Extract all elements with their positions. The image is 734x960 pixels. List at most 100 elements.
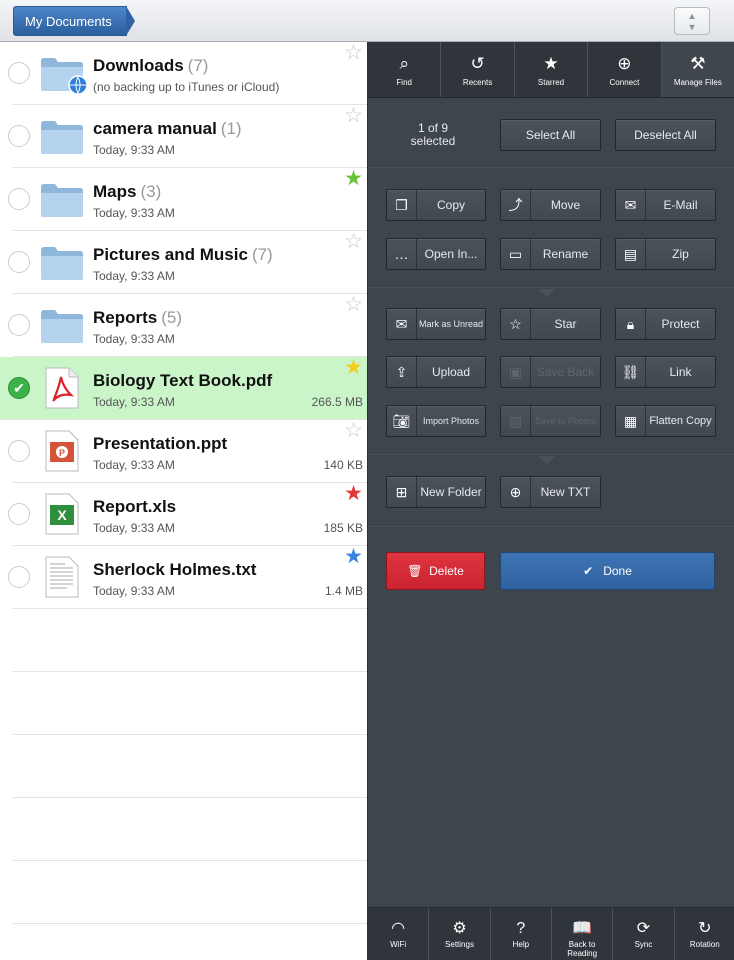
email-label: E-Mail — [663, 198, 698, 212]
selection-info: 1 of 9 selected — [388, 122, 478, 148]
file-row[interactable]: Sherlock Holmes.txt Today, 9:33 AM 1.4 MB ★ — [8, 546, 367, 609]
file-row[interactable]: Reports (5) Today, 9:33 AM ☆ — [8, 294, 367, 357]
file-name: Report.xls — [93, 497, 176, 517]
tab-connect[interactable]: ⊕ Connect — [588, 42, 662, 97]
link-button[interactable]: ⛓ Link — [615, 356, 716, 388]
file-subtitle: Today, 9:33 AM — [93, 584, 175, 598]
empty-row — [13, 672, 367, 735]
file-name-text: Report.xls — [93, 497, 177, 516]
save-to-photos-button[interactable]: ▧ Save to Photos — [500, 405, 601, 437]
recents-icon: ↺ — [470, 54, 485, 73]
protect-button[interactable]: 🔒︎ Protect — [615, 308, 716, 340]
star-filled-icon[interactable]: ★ — [344, 546, 363, 568]
sort-button[interactable]: ▲ ▼ — [674, 7, 710, 35]
bottom-rotation[interactable]: ↻ Rotation — [675, 908, 734, 960]
save-icon: ▣ — [501, 357, 531, 387]
star-outline-icon: ☆ — [501, 309, 531, 339]
move-button[interactable]: ⤴ Move — [500, 189, 601, 221]
open-in-button[interactable]: … Open In... — [386, 238, 486, 270]
star-outline-icon[interactable]: ☆ — [344, 231, 363, 253]
select-radio[interactable] — [8, 188, 30, 210]
folder-icon — [40, 119, 84, 160]
bottom-settings[interactable]: ⚙ Settings — [429, 908, 491, 960]
file-subtitle: Today, 9:33 AM — [93, 143, 175, 157]
file-subtitle: (no backing up to iTunes or iCloud) — [93, 80, 280, 94]
select-all-button[interactable]: Select All — [500, 119, 601, 151]
bottom-back-to-reading[interactable]: 📖 Back to Reading — [552, 908, 614, 960]
bottom-label: Help — [512, 940, 530, 949]
pdf-file-icon — [45, 367, 79, 414]
file-row[interactable]: Downloads (7) (no backing up to iTunes or … — [8, 42, 367, 105]
flatten-copy-button[interactable]: ▦ Flatten Copy — [615, 405, 716, 437]
select-radio[interactable] — [8, 566, 30, 588]
tab-manage-files[interactable]: ⚒ Manage Files — [661, 42, 734, 97]
star-outline-icon[interactable]: ☆ — [344, 420, 363, 442]
star-outline-icon[interactable]: ☆ — [344, 105, 363, 127]
ppt-file-icon: P — [45, 430, 79, 477]
divider-notch — [538, 456, 556, 464]
new-txt-button[interactable]: ⊕ New TXT — [500, 476, 601, 508]
star-outline-icon[interactable]: ☆ — [344, 294, 363, 316]
flatten-icon: ▦ — [616, 406, 646, 436]
delete-button[interactable]: 🗑︎ Delete — [386, 552, 485, 590]
file-name: Downloads (7) — [93, 56, 208, 76]
bottom-wifi[interactable]: ◠ WiFi — [368, 908, 430, 960]
done-button[interactable]: ✔ Done — [500, 552, 715, 590]
select-radio[interactable] — [8, 62, 30, 84]
star-button[interactable]: ☆ Star — [500, 308, 601, 340]
file-count: (7) — [187, 56, 209, 75]
deselect-all-button[interactable]: Deselect All — [615, 119, 716, 151]
upload-button[interactable]: ⇪ Upload — [386, 356, 486, 388]
star-outline-icon[interactable]: ☆ — [344, 42, 363, 64]
upload-label: Upload — [431, 365, 471, 379]
file-row[interactable]: camera manual (1) Today, 9:33 AM ☆ — [8, 105, 367, 168]
xls-file-icon: X — [45, 493, 79, 540]
file-name-text: Presentation.ppt — [93, 434, 228, 453]
select-radio[interactable] — [8, 503, 30, 525]
save-back-button[interactable]: ▣ Save Back — [500, 356, 601, 388]
flatten-copy-label: Flatten Copy — [649, 415, 712, 427]
zip-button[interactable]: ▤ Zip — [615, 238, 716, 270]
rename-button[interactable]: ▭ Rename — [500, 238, 601, 270]
top-bar: My Documents ▲ ▼ — [0, 0, 734, 42]
file-row[interactable]: ✔ Biology Text Book.pdf Today, 9:33 AM 266.… — [0, 357, 367, 420]
copy-button[interactable]: ❐ Copy — [386, 189, 486, 221]
file-subtitle: Today, 9:33 AM — [93, 269, 175, 283]
new-folder-button[interactable]: ⊞ New Folder — [386, 476, 486, 508]
select-all-label: Select All — [525, 128, 576, 142]
mark-unread-label: Mark as Unread — [418, 319, 484, 329]
bottom-sync[interactable]: ⟳ Sync — [613, 908, 675, 960]
svg-text:P: P — [59, 448, 65, 458]
star-icon: ★ — [543, 54, 559, 73]
folder-icon — [40, 308, 84, 349]
tab-label: Recents — [462, 78, 493, 87]
file-row[interactable]: P Presentation.ppt Today, 9:33 AM 140 KB ☆ — [8, 420, 367, 483]
file-row[interactable]: Pictures and Music (7) Today, 9:33 AM ☆ — [8, 231, 367, 294]
bottom-help[interactable]: ? Help — [491, 908, 552, 960]
file-subtitle: Today, 9:33 AM — [93, 521, 175, 535]
select-radio[interactable] — [8, 251, 30, 273]
import-photos-button[interactable]: 📷︎ Import Photos — [386, 405, 486, 437]
star-filled-icon[interactable]: ★ — [344, 483, 363, 505]
select-radio[interactable] — [8, 314, 30, 336]
panel-tabs: ⌕ Find ↺ Recents ★ Starred ⊕ Connect ⚒ Manage Fil… — [368, 42, 734, 98]
file-row[interactable]: Maps (3) Today, 9:33 AM ★ — [8, 168, 367, 231]
email-button[interactable]: ✉ E-Mail — [615, 189, 716, 221]
file-name: Sherlock Holmes.txt — [93, 560, 256, 580]
select-radio[interactable] — [8, 125, 30, 147]
bottom-toolbar: ◠ WiFi ⚙ Settings? Help 📖 Back to Reading ⟳ Sync… — [368, 907, 734, 960]
envelope-icon: ✉ — [616, 190, 646, 220]
new-txt-label: New TXT — [540, 485, 591, 499]
star-filled-icon[interactable]: ★ — [344, 168, 363, 190]
tab-label: Manage Files — [673, 78, 722, 87]
globe-icon: ⊕ — [617, 54, 632, 73]
selected-checkmark-icon[interactable]: ✔ — [8, 377, 30, 399]
mark-unread-button[interactable]: ✉ Mark as Unread — [386, 308, 486, 340]
tab-recents[interactable]: ↺ Recents — [441, 42, 515, 97]
tab-starred[interactable]: ★ Starred — [515, 42, 589, 97]
file-row[interactable]: X Report.xls Today, 9:33 AM 185 KB ★ — [8, 483, 367, 546]
select-radio[interactable] — [8, 440, 30, 462]
tab-find[interactable]: ⌕ Find — [368, 42, 442, 97]
breadcrumb-my-documents[interactable]: My Documents — [13, 6, 135, 36]
star-filled-icon[interactable]: ★ — [344, 357, 363, 379]
